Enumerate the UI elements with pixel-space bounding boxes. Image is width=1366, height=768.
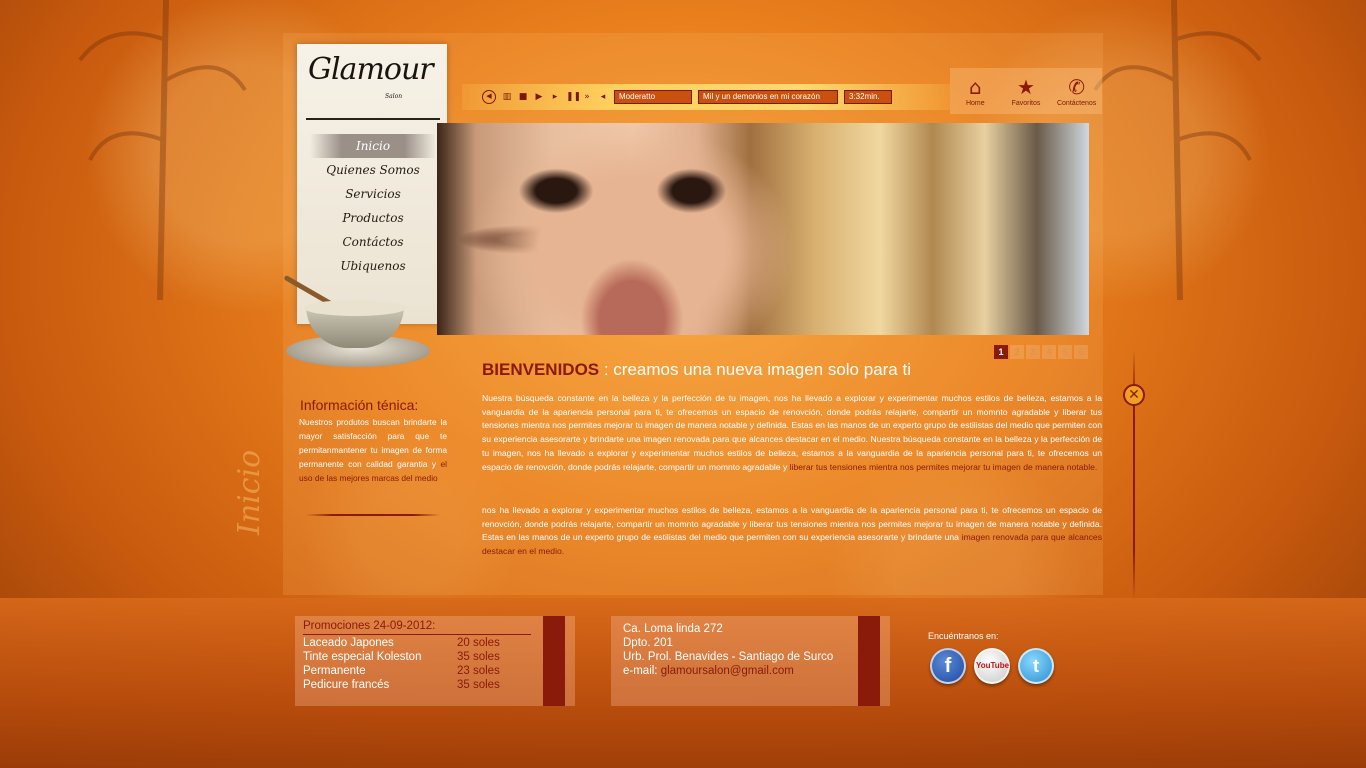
home-icon: ⌂ xyxy=(968,75,982,99)
promotion-name: Permanente xyxy=(303,665,366,677)
nav-contactenos[interactable]: ✆ Contáctenos xyxy=(1054,76,1100,107)
promotions-accent-bar xyxy=(543,616,565,706)
logo-divider xyxy=(306,118,440,120)
paragraph-1-highlight: liberar tus tensiones mientra nos permit… xyxy=(789,461,1098,472)
player-genre: Moderatto xyxy=(614,90,692,104)
close-icon: ✕ xyxy=(1128,387,1140,403)
equalizer-icon[interactable]: ▥ xyxy=(502,92,512,102)
slide-button-5[interactable]: 5 xyxy=(1058,345,1072,359)
music-player: ◀ ▥ ■ ▶ ▸ ❚❚ » ◂ Moderatto Mil y un demo… xyxy=(482,89,892,105)
top-navigation: ⌂ Home ★ Favoritos ✆ Contáctenos xyxy=(950,68,1102,114)
address-line-3: Urb. Prol. Benavides - Santiago de Surco xyxy=(623,651,834,663)
youtube-icon[interactable]: YouTube xyxy=(974,648,1010,684)
play-icon[interactable]: ▶ xyxy=(534,92,544,102)
menu-item-ubiquenos[interactable]: Ubiquenos xyxy=(310,254,436,278)
email-link[interactable]: glamoursalon@gmail.com xyxy=(661,665,794,677)
menu-item-contactos[interactable]: Contáctos xyxy=(310,230,436,254)
bowl-rim-decoration xyxy=(304,300,406,316)
hero-image xyxy=(437,123,1089,335)
promotion-item: Permanente 23 soles xyxy=(303,664,533,678)
phone-icon: ✆ xyxy=(1068,75,1086,99)
slide-button-4[interactable]: 4 xyxy=(1042,345,1056,359)
section-watermark: Inicio xyxy=(232,449,267,535)
promotion-price: 35 soles xyxy=(457,679,500,691)
nav-favoritos-label: Favoritos xyxy=(1011,100,1041,107)
promotion-name: Tinte especial Koleston xyxy=(303,651,422,663)
menu-item-inicio[interactable]: Inicio xyxy=(310,134,436,158)
facebook-icon[interactable]: f xyxy=(930,648,966,684)
menu-item-quienes-somos[interactable]: Quienes Somos xyxy=(310,158,436,182)
slide-button-1[interactable]: 1 xyxy=(994,345,1008,359)
menu-item-servicios[interactable]: Servicios xyxy=(310,182,436,206)
welcome-subtitle: : creamos una nueva imagen solo para ti xyxy=(599,360,911,379)
info-text: Nuestros produtos buscan brindarte la ma… xyxy=(299,416,447,486)
nav-home-label: Home xyxy=(965,100,985,107)
pause-icon[interactable]: ❚❚ xyxy=(566,92,581,102)
address-list: Ca. Loma linda 272 Dpto. 201 Urb. Prol. … xyxy=(623,622,833,678)
promotions-title: Promociones 24-09-2012: xyxy=(303,620,436,632)
welcome-heading: BIENVENIDOS : creamos una nueva imagen s… xyxy=(482,360,911,380)
nav-contactenos-label: Contáctenos xyxy=(1056,100,1097,107)
info-title: Información ténica: xyxy=(300,397,419,413)
info-divider xyxy=(306,514,440,516)
email-label: e-mail: xyxy=(623,665,661,677)
player-duration: 3:32min. xyxy=(844,90,892,104)
welcome-paragraph-2: nos ha llevado a explorar y experimentar… xyxy=(482,504,1102,559)
bamboo-decoration-right xyxy=(1093,0,1262,300)
paragraph-1-text: Nuestra búsqueda constante en la belleza… xyxy=(482,393,1102,472)
logo[interactable]: Glamour xyxy=(308,52,438,102)
slide-button-6[interactable]: 6 xyxy=(1074,345,1088,359)
address-box: Ca. Loma linda 272 Dpto. 201 Urb. Prol. … xyxy=(611,616,890,706)
nav-home[interactable]: ⌂ Home xyxy=(952,76,998,107)
close-button[interactable]: ✕ xyxy=(1123,384,1145,406)
volume-icon[interactable]: ◀ xyxy=(482,90,496,104)
stop-icon[interactable]: ■ xyxy=(518,92,528,102)
logo-subtitle: Salon xyxy=(385,93,403,100)
nav-favoritos[interactable]: ★ Favoritos xyxy=(1003,76,1049,107)
info-text-body: Nuestros produtos buscan brindarte la ma… xyxy=(299,417,447,469)
previous-icon[interactable]: ◂ xyxy=(598,92,608,102)
promotion-item: Pedicure francés 35 soles xyxy=(303,678,533,692)
slide-button-3[interactable]: 3 xyxy=(1026,345,1040,359)
promotion-item: Tinte especial Koleston 35 soles xyxy=(303,650,533,664)
main-menu: Inicio Quienes Somos Servicios Productos… xyxy=(310,134,436,278)
welcome-title: BIENVENIDOS xyxy=(482,360,600,379)
next-icon[interactable]: ▸ xyxy=(550,92,560,102)
promotions-title-underline xyxy=(303,634,531,635)
promotion-name: Laceado Japones xyxy=(303,637,394,649)
welcome-paragraph-1: Nuestra búsqueda constante en la belleza… xyxy=(482,392,1102,474)
promotion-name: Pedicure francés xyxy=(303,679,390,691)
hero-face-image xyxy=(467,123,797,335)
star-icon: ★ xyxy=(1017,75,1035,99)
social-title: Encuéntranos en: xyxy=(928,631,999,641)
address-line-2: Dpto. 201 xyxy=(623,637,673,649)
fast-forward-icon[interactable]: » xyxy=(582,92,592,102)
player-song-title: Mil y un demonios en mi corazón xyxy=(698,90,838,104)
slide-pagination: 1 2 3 4 5 6 xyxy=(994,345,1088,359)
promotions-box: Promociones 24-09-2012: Laceado Japones 2… xyxy=(295,616,575,706)
promotion-price: 20 soles xyxy=(457,637,500,649)
address-line-1: Ca. Loma linda 272 xyxy=(623,623,723,635)
slide-button-2[interactable]: 2 xyxy=(1010,345,1024,359)
promotion-price: 23 soles xyxy=(457,665,500,677)
promotions-list: Laceado Japones 20 soles Tinte especial K… xyxy=(303,636,533,692)
promotion-item: Laceado Japones 20 soles xyxy=(303,636,533,650)
address-email-line: e-mail: glamoursalon@gmail.com xyxy=(623,664,833,678)
bamboo-decoration-left xyxy=(78,0,247,300)
promotion-price: 35 soles xyxy=(457,651,500,663)
twitter-icon[interactable]: t xyxy=(1018,648,1054,684)
address-accent-bar xyxy=(858,616,880,706)
menu-item-productos[interactable]: Productos xyxy=(310,206,436,230)
